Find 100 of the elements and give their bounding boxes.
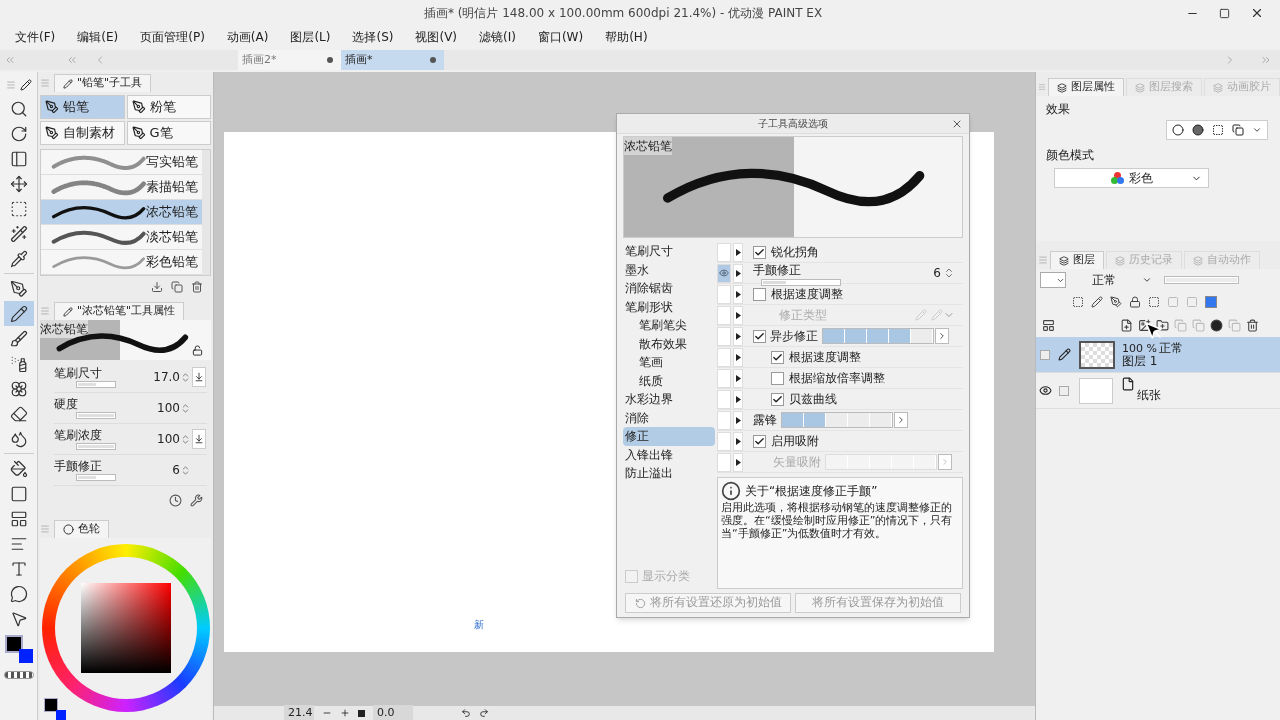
maximize-icon[interactable] [1219,7,1230,19]
checkbox[interactable] [753,329,766,343]
visibility-toggle[interactable] [717,284,731,304]
rotate-right-icon[interactable] [479,708,489,718]
subtool-group-button[interactable]: G笔 [126,121,211,145]
lock-icon[interactable] [192,345,203,356]
menu-item[interactable]: 图层(L) [290,28,331,46]
pen-icon[interactable] [1057,348,1071,361]
reset-icon[interactable] [169,493,182,507]
visibility-checkbox[interactable] [1040,349,1050,360]
tool-button[interactable] [3,301,34,326]
category-item[interactable]: 笔刷形状 [623,297,715,316]
new-folder-icon[interactable] [1156,318,1169,332]
subtool-group-button[interactable]: 自制素材 [40,121,125,145]
layer-list-icon[interactable] [1042,318,1055,332]
layer-tool-icon[interactable] [1110,296,1122,308]
subtool-group-button[interactable]: 铅笔 [40,95,125,119]
expand-button[interactable] [733,389,743,409]
segmented-slider[interactable] [781,412,893,428]
checkbox[interactable] [771,392,784,406]
checkbox[interactable] [771,350,784,364]
brush-item[interactable]: 写实铅笔 [41,150,202,175]
category-item[interactable]: 修正 [623,427,715,446]
checkbox[interactable] [753,245,766,259]
category-item[interactable]: 防止溢出 [623,464,715,483]
layer-tool-icon[interactable] [1072,296,1084,308]
zoom-field[interactable]: 21.4 [284,704,314,720]
checkbox[interactable] [625,569,638,583]
menu-item[interactable]: 编辑(E) [77,28,119,46]
expand-button[interactable] [733,410,743,430]
expand-button[interactable] [733,452,743,472]
category-item[interactable]: 散布效果 [623,334,715,353]
category-item[interactable]: 墨水 [623,260,715,279]
color-chip-dropdown[interactable] [1040,272,1066,288]
duplicate-icon[interactable] [171,281,183,293]
expand-button[interactable] [733,347,743,367]
layer-row[interactable]: 100 % 正常 图层 1 [1036,337,1280,373]
new-vector-layer-icon[interactable] [1138,318,1151,332]
visibility-toggle[interactable] [717,242,731,262]
pin-button[interactable] [192,429,206,449]
menu-item[interactable]: 动画(A) [226,28,269,46]
expand-button[interactable] [733,305,743,325]
document-tab[interactable]: 插画2* [238,50,341,70]
category-item[interactable]: 消除锯齿 [623,279,715,298]
rotate-left-icon[interactable] [461,708,471,718]
color-swatches[interactable] [4,635,33,663]
eye-icon[interactable] [1038,384,1052,397]
category-item[interactable]: 笔刷尺寸 [623,242,715,261]
menu-item[interactable]: 文件(F) [15,28,56,46]
expand-button[interactable] [733,242,743,262]
category-item[interactable]: 消除 [623,408,715,427]
menu-item[interactable]: 页面管理(P) [140,28,205,46]
panel-tab[interactable]: 色轮 [54,520,109,538]
panel-tab[interactable]: "铅笔"子工具 [54,74,152,92]
document-tab[interactable]: 插画* [341,50,444,70]
category-item[interactable]: 入锋出锋 [623,445,715,464]
subtool-group-button[interactable]: 粉笔 [126,95,211,119]
menu-item[interactable]: 帮助(H) [605,28,648,46]
close-icon[interactable] [1250,6,1264,20]
slider-track[interactable] [76,381,116,388]
category-item[interactable]: 纸质 [623,371,715,390]
color-chip-icon[interactable] [1205,296,1217,308]
visibility-toggle[interactable] [717,410,731,430]
wrench-icon[interactable] [190,493,203,507]
blend-mode-dropdown[interactable]: 正常 [1092,271,1152,289]
panel-tab[interactable]: "浓芯铅笔"工具属性 [54,302,185,320]
visibility-toggle[interactable] [717,347,731,367]
effect-buttons[interactable] [1166,120,1268,140]
checkbox[interactable] [753,287,766,301]
brush-item[interactable]: 淡芯铅笔 [41,225,202,250]
pin-button[interactable] [192,367,206,387]
scrollbar[interactable] [202,150,210,275]
new-layer-icon[interactable] [1120,318,1133,332]
stepper-icon[interactable] [943,267,955,279]
checkbox[interactable] [771,371,784,385]
expand-button[interactable] [733,284,743,304]
mask-icon[interactable] [1210,318,1223,332]
brush-item[interactable]: 彩色铅笔 [41,250,202,275]
checkbox[interactable] [753,434,766,448]
slider-track[interactable] [76,474,116,481]
category-item[interactable]: 笔画 [623,353,715,372]
layer-row[interactable]: 纸张 [1036,373,1280,409]
expand-button[interactable] [733,431,743,451]
color-swatches[interactable] [44,698,66,720]
angle-field[interactable]: 0.0 [373,704,413,720]
color-mode-dropdown[interactable]: 彩色 [1054,168,1209,188]
category-item[interactable]: 水彩边界 [623,390,715,409]
expand-button[interactable] [733,368,743,388]
menu-item[interactable]: 滤镜(I) [479,28,516,46]
trash-icon[interactable] [191,281,203,293]
menu-item[interactable]: 选择(S) [352,28,394,46]
expand-button[interactable] [733,326,743,346]
trash-icon[interactable] [1246,318,1259,332]
brush-item[interactable]: 浓芯铅笔 [41,200,202,225]
visibility-toggle[interactable] [717,389,731,409]
panel-tab[interactable]: 图层属性 [1048,78,1124,96]
pattern-icon[interactable] [3,671,34,679]
panel-tab[interactable]: 图层 [1050,251,1104,269]
import-icon[interactable] [151,281,163,293]
menu-item[interactable]: 视图(V) [415,28,458,46]
